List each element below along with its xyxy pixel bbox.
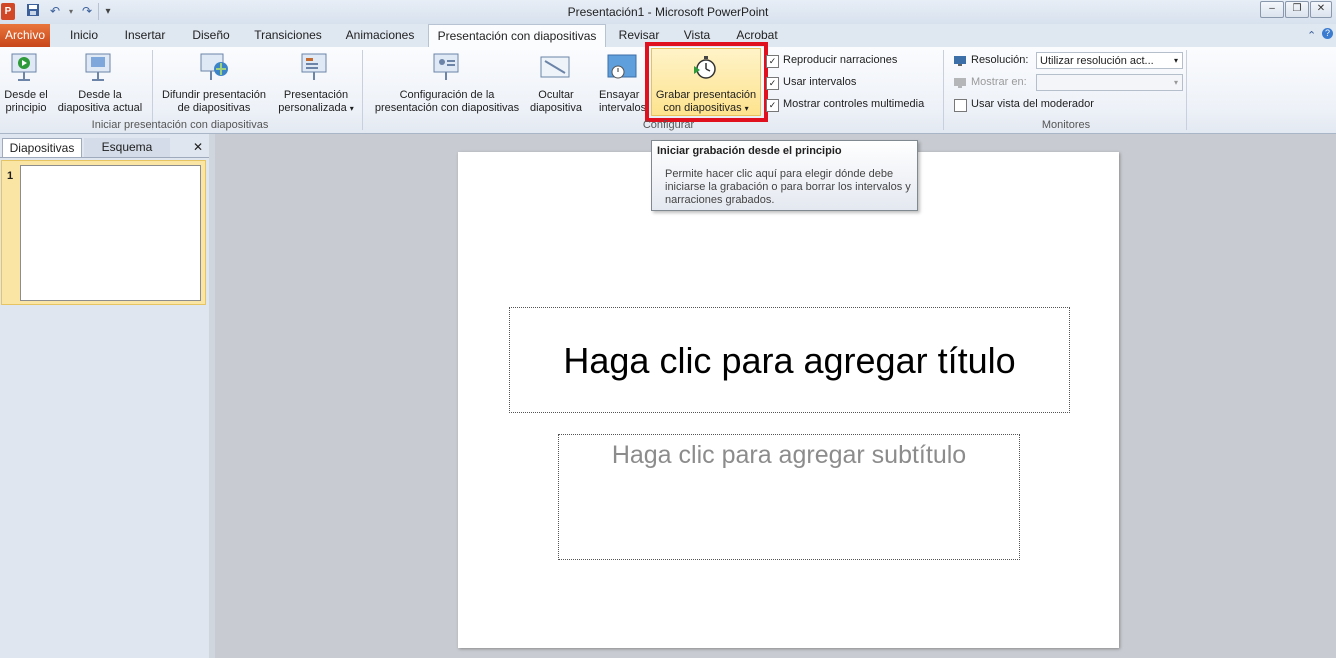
mostrar-en-select[interactable]: ▾	[1036, 74, 1183, 91]
dropdown-arrow-icon: ▾	[1173, 78, 1178, 87]
broadcast-icon	[198, 51, 230, 86]
button-label-line: Desde el	[4, 89, 48, 101]
group-label-config: Configurar	[642, 119, 695, 131]
tab-transiciones[interactable]: Transiciones	[248, 24, 328, 47]
monitor-icon	[953, 55, 967, 70]
ribbon-collapse-icon[interactable]: ⌃	[1307, 29, 1316, 42]
slide-number: 1	[7, 170, 14, 182]
separator	[152, 50, 153, 130]
usar-intervalos-checkbox[interactable]: ✓	[766, 77, 779, 90]
tooltip-title: Iniciar grabación desde el principio	[657, 145, 842, 157]
desde-diapositiva-actual-button[interactable]: Desde la diapositiva actual	[52, 89, 148, 115]
desde-el-principio-button[interactable]: Desde el principio	[0, 89, 52, 115]
button-label-line: diapositiva actual	[57, 102, 143, 114]
separator	[362, 50, 363, 130]
tooltip-body: Permite hacer clic aquí para elegir dónd…	[665, 168, 911, 206]
close-button[interactable]: ✕	[1310, 1, 1332, 18]
separator	[943, 50, 944, 130]
mostrar-controles-label: Mostrar controles multimedia	[783, 98, 925, 110]
divider	[0, 157, 209, 158]
reproducir-narraciones-label: Reproducir narraciones	[783, 54, 898, 66]
dropdown-arrow-icon: ▾	[1173, 56, 1178, 65]
minimize-button[interactable]: –	[1260, 1, 1284, 18]
button-label-line: Presentación	[283, 89, 349, 101]
title-placeholder-text: Haga clic para agregar título	[563, 340, 1016, 381]
button-label-line: presentación con diapositivas	[374, 102, 520, 114]
help-icon[interactable]: ?	[1322, 28, 1333, 39]
difundir-presentacion-button[interactable]: Difundir presentación de diapositivas	[155, 89, 273, 115]
close-panel-icon[interactable]: ✕	[188, 138, 208, 157]
resolucion-select[interactable]: Utilizar resolución act... ▾	[1036, 52, 1183, 69]
button-label-line: Configuración de la	[399, 89, 495, 101]
group-label-monitors: Monitores	[1041, 119, 1091, 131]
play-from-start-icon	[8, 51, 40, 86]
mostrar-controles-checkbox[interactable]: ✓	[766, 99, 779, 112]
vista-moderador-checkbox[interactable]	[954, 99, 967, 112]
tab-presentacion-con-diapositivas[interactable]: Presentación con diapositivas	[428, 24, 606, 49]
setup-slideshow-icon	[430, 51, 462, 86]
vista-moderador-label: Usar vista del moderador	[971, 98, 1094, 110]
custom-show-icon	[298, 51, 330, 86]
mostrar-en-label: Mostrar en:	[971, 76, 1027, 88]
tab-animaciones[interactable]: Animaciones	[338, 24, 422, 47]
separator	[1186, 50, 1187, 130]
tab-esquema[interactable]: Esquema	[84, 138, 170, 157]
button-label-line: Desde la	[78, 89, 122, 101]
highlight-box	[645, 42, 768, 122]
configuracion-presentacion-button[interactable]: Configuración de la presentación con dia…	[368, 89, 526, 115]
window-title: Presentación1 - Microsoft PowerPoint	[567, 5, 769, 19]
button-label-line: principio	[5, 102, 47, 114]
tab-diapositivas[interactable]: Diapositivas	[2, 138, 82, 158]
slide-thumbnail[interactable]	[20, 165, 201, 301]
ocultar-diapositiva-button[interactable]: Ocultar diapositiva	[526, 89, 586, 115]
button-label-line: diapositiva	[530, 102, 582, 114]
monitor-icon	[953, 77, 967, 92]
presentacion-personalizada-button[interactable]: Presentación personalizada ▾	[274, 89, 358, 115]
subtitle-placeholder-text: Haga clic para agregar subtítulo	[611, 441, 967, 469]
dropdown-arrow-icon: ▾	[349, 104, 354, 113]
resolucion-value: Utilizar resolución act...	[1040, 55, 1154, 67]
panel-splitter[interactable]	[209, 134, 215, 658]
tab-insertar[interactable]: Insertar	[116, 24, 174, 47]
play-from-current-icon	[82, 51, 114, 86]
button-label-line: Ocultar	[538, 89, 574, 101]
hide-slide-icon	[539, 53, 571, 86]
restore-button[interactable]: ❐	[1285, 1, 1309, 18]
button-label-line: de diapositivas	[177, 102, 251, 114]
tab-inicio[interactable]: Inicio	[58, 24, 110, 47]
group-label-start: Iniciar presentación con diapositivas	[91, 119, 269, 131]
rehearse-timings-icon	[606, 53, 638, 86]
button-label-line: Difundir presentación	[162, 89, 266, 101]
tab-archivo[interactable]: Archivo	[0, 24, 50, 47]
tab-diseno[interactable]: Diseño	[182, 24, 240, 47]
resolucion-label: Resolución:	[971, 54, 1029, 66]
usar-intervalos-label: Usar intervalos	[783, 76, 857, 88]
reproducir-narraciones-checkbox[interactable]: ✓	[766, 55, 779, 68]
button-label-line: personalizada	[278, 102, 347, 114]
